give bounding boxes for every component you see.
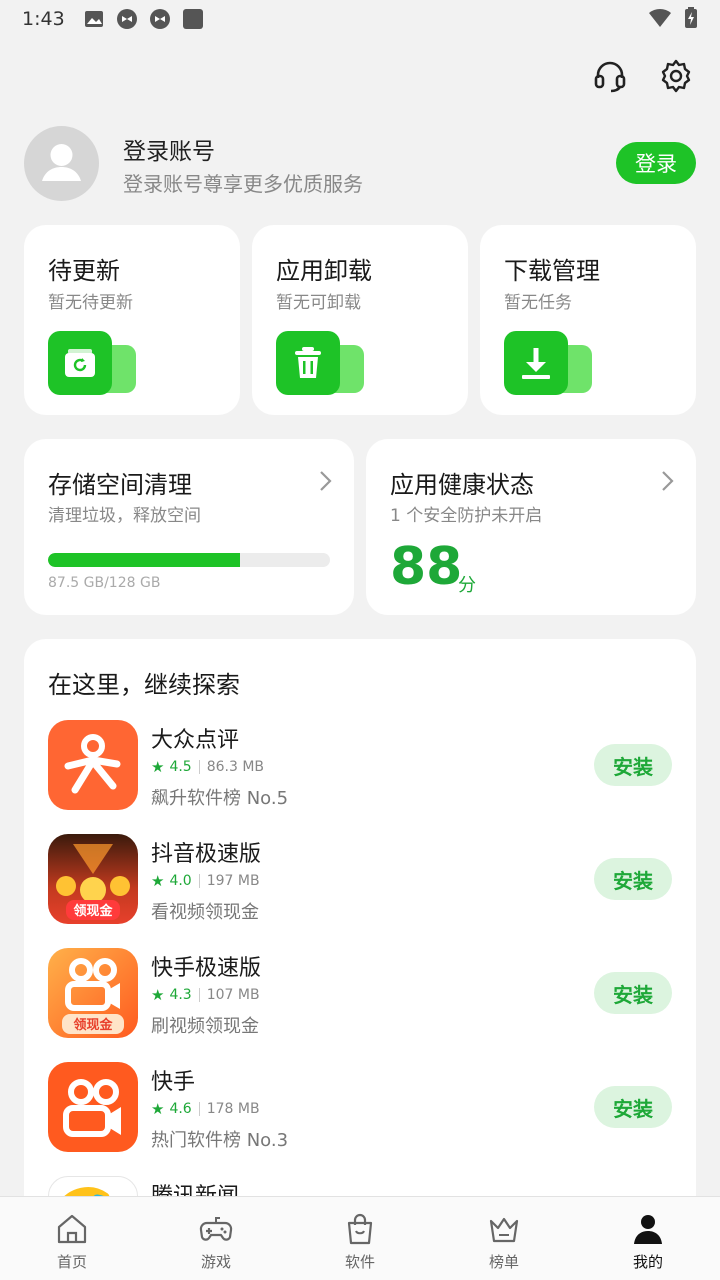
app-health-card[interactable]: 应用健康状态 1 个安全防护未开启 88 分 <box>366 439 696 615</box>
app-size: 178 MB <box>206 1101 260 1117</box>
health-score: 88 <box>390 537 463 597</box>
kuaishou-app-icon <box>48 1062 138 1152</box>
card-subtitle: 暂无待更新 <box>48 293 133 313</box>
card-subtitle: 1 个安全防护未开启 <box>390 506 543 526</box>
nav-label: 榜单 <box>488 1253 519 1271</box>
nav-label: 游戏 <box>200 1253 231 1271</box>
app-rating: 4.5 <box>169 759 192 775</box>
card-title: 应用健康状态 <box>390 471 534 499</box>
nav-games[interactable]: 游戏 <box>144 1197 288 1280</box>
nav-label: 我的 <box>632 1253 663 1271</box>
gear-icon[interactable] <box>658 58 694 94</box>
account-section[interactable]: 登录账号 登录账号尊享更多优质服务 登录 <box>24 126 696 202</box>
app-desc: 刷视频领现金 <box>151 1016 259 1037</box>
app-icon <box>116 9 137 29</box>
list-item[interactable]: 快手 ★ 4.6 178 MB 热门软件榜 No.3 安装 <box>48 1062 672 1152</box>
card-subtitle: 暂无可卸载 <box>276 293 361 313</box>
app-size: 197 MB <box>206 873 260 889</box>
refresh-icon <box>48 331 136 395</box>
list-item[interactable]: 领现金 抖音极速版 ★ 4.0 197 MB 看视频领现金 安装 <box>48 834 672 924</box>
douyin-lite-app-icon: 领现金 <box>48 834 138 924</box>
person-icon <box>634 1215 662 1244</box>
app-icon-badge: 领现金 <box>73 903 113 919</box>
app-desc: 飙升软件榜 No.5 <box>151 788 289 809</box>
app-icon <box>149 9 170 29</box>
nav-label: 软件 <box>344 1253 375 1271</box>
headset-icon[interactable] <box>592 58 628 94</box>
image-icon <box>84 11 103 27</box>
trash-icon <box>276 331 364 395</box>
list-item[interactable]: 领现金 快手极速版 ★ 4.3 107 MB 刷视频领现金 安装 <box>48 948 672 1038</box>
install-button[interactable]: 安装 <box>594 1086 672 1128</box>
app-icon-badge: 领现金 <box>73 1017 113 1033</box>
app-meta: ★ 4.0 197 MB <box>151 872 260 890</box>
wifi-icon <box>649 8 671 27</box>
bottom-nav: 首页 游戏 软件 榜单 我的 <box>0 1196 720 1280</box>
install-button[interactable]: 安装 <box>594 858 672 900</box>
account-subtitle: 登录账号尊享更多优质服务 <box>123 172 363 196</box>
person-placeholder-icon <box>42 144 81 181</box>
avatar[interactable] <box>24 126 99 201</box>
app-desc: 看视频领现金 <box>151 902 259 923</box>
app-name: 快手 <box>151 1070 196 1095</box>
storage-cleanup-card[interactable]: 存储空间清理 清理垃圾，释放空间 87.5 GB/128 GB <box>24 439 354 615</box>
download-icon <box>504 331 592 395</box>
app-rating: 4.0 <box>169 873 192 889</box>
updates-card[interactable]: 待更新 暂无待更新 <box>24 225 240 415</box>
card-subtitle: 清理垃圾，释放空间 <box>48 506 201 526</box>
storage-usage-text: 87.5 GB/128 GB <box>48 575 161 591</box>
app-name: 抖音极速版 <box>151 842 262 867</box>
app-rating: 4.6 <box>169 1101 192 1117</box>
bag-icon <box>347 1213 373 1245</box>
card-title: 待更新 <box>48 257 120 285</box>
kuaishou-lite-app-icon: 领现金 <box>48 948 138 1038</box>
card-title: 应用卸载 <box>276 257 372 285</box>
top-actions <box>592 58 694 94</box>
chevron-right-icon <box>662 471 674 491</box>
square-icon <box>182 9 203 29</box>
star-icon: ★ <box>151 758 165 776</box>
app-rating: 4.3 <box>169 987 192 1003</box>
account-title: 登录账号 <box>123 139 215 165</box>
gamepad-icon <box>199 1217 233 1241</box>
status-bar: 1:43 <box>0 0 720 38</box>
list-item[interactable]: 大众点评 ★ 4.5 86.3 MB 飙升软件榜 No.5 安装 <box>48 720 672 810</box>
uninstall-card[interactable]: 应用卸载 暂无可卸载 <box>252 225 468 415</box>
card-title: 下载管理 <box>504 257 600 285</box>
nav-rankings[interactable]: 榜单 <box>432 1197 576 1280</box>
section-title: 在这里，继续探索 <box>48 671 240 699</box>
storage-progress-bar <box>48 553 330 567</box>
install-button[interactable]: 安装 <box>594 972 672 1014</box>
nav-software[interactable]: 软件 <box>288 1197 432 1280</box>
app-size: 86.3 MB <box>206 759 265 775</box>
chevron-right-icon <box>320 471 332 491</box>
install-button[interactable]: 安装 <box>594 744 672 786</box>
storage-progress-fill <box>48 553 240 567</box>
app-meta: ★ 4.5 86.3 MB <box>151 758 264 776</box>
home-icon <box>57 1214 87 1244</box>
crown-icon <box>489 1217 519 1243</box>
app-size: 107 MB <box>206 987 260 1003</box>
star-icon: ★ <box>151 872 165 890</box>
nav-mine[interactable]: 我的 <box>576 1197 720 1280</box>
app-meta: ★ 4.3 107 MB <box>151 986 260 1004</box>
star-icon: ★ <box>151 1100 165 1118</box>
app-name: 大众点评 <box>151 728 240 753</box>
login-button[interactable]: 登录 <box>616 142 696 184</box>
status-time: 1:43 <box>22 8 65 30</box>
battery-charging-icon <box>685 7 697 28</box>
nav-home[interactable]: 首页 <box>0 1197 144 1280</box>
app-name: 快手极速版 <box>151 956 262 981</box>
card-title: 存储空间清理 <box>48 471 192 499</box>
explore-card: 在这里，继续探索 大众点评 ★ 4.5 86.3 MB 飙升软件榜 No.5 安… <box>24 639 696 1239</box>
star-icon: ★ <box>151 986 165 1004</box>
app-desc: 热门软件榜 No.3 <box>151 1130 289 1151</box>
download-manager-card[interactable]: 下载管理 暂无任务 <box>480 225 696 415</box>
dianping-app-icon <box>48 720 138 810</box>
health-score-unit: 分 <box>458 575 476 596</box>
nav-label: 首页 <box>56 1253 87 1271</box>
card-subtitle: 暂无任务 <box>504 293 572 313</box>
app-meta: ★ 4.6 178 MB <box>151 1100 260 1118</box>
